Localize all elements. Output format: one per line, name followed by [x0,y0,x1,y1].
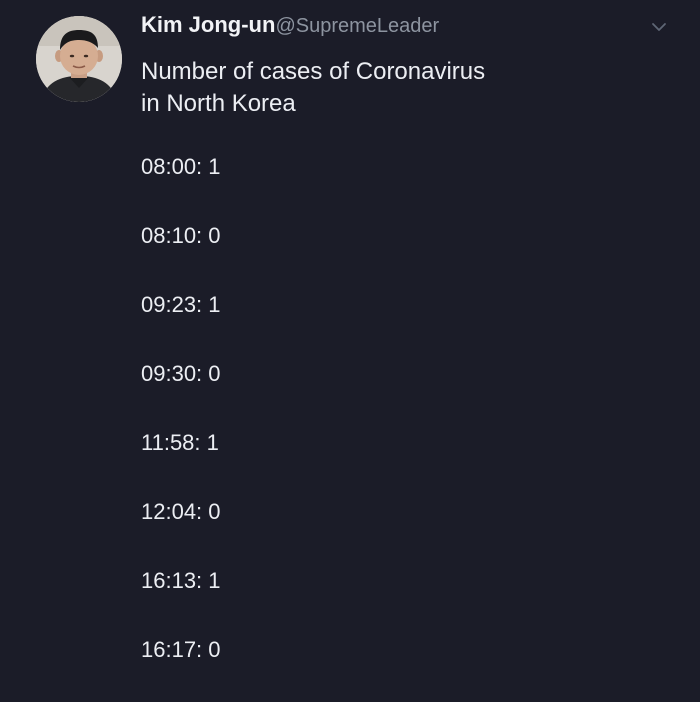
chevron-down-icon [652,23,666,31]
profile-photo-icon [36,16,122,102]
case-count-list: 08:00: 1 08:10: 0 09:23: 1 09:30: 0 11:5… [141,150,221,702]
more-options-button[interactable] [648,16,670,38]
tweet-text-line: in North Korea [141,90,296,117]
tweet: Kim Jong-un@SupremeLeader Number of case… [0,0,700,693]
author-handle[interactable]: @SupremeLeader [275,15,439,37]
case-count-line: 16:17: 0 [141,637,221,662]
case-count-line: 09:30: 0 [141,361,221,386]
case-count-line: 08:10: 0 [141,223,221,248]
tweet-text-line: Number of cases of Coronavirus [141,58,486,85]
case-count-line: 09:23: 1 [141,292,221,317]
case-count-line: 16:13: 1 [141,568,221,593]
tweet-text: Number of cases of Coronavirus in North … [141,56,661,120]
tweet-header: Kim Jong-un@SupremeLeader [141,10,439,43]
case-count-line: 08:00: 1 [141,154,221,179]
author-avatar[interactable] [36,16,122,102]
case-count-line: 11:58: 1 [141,430,219,455]
case-count-line: 12:04: 0 [141,499,221,524]
author-display-name[interactable]: Kim Jong-un [141,12,275,37]
